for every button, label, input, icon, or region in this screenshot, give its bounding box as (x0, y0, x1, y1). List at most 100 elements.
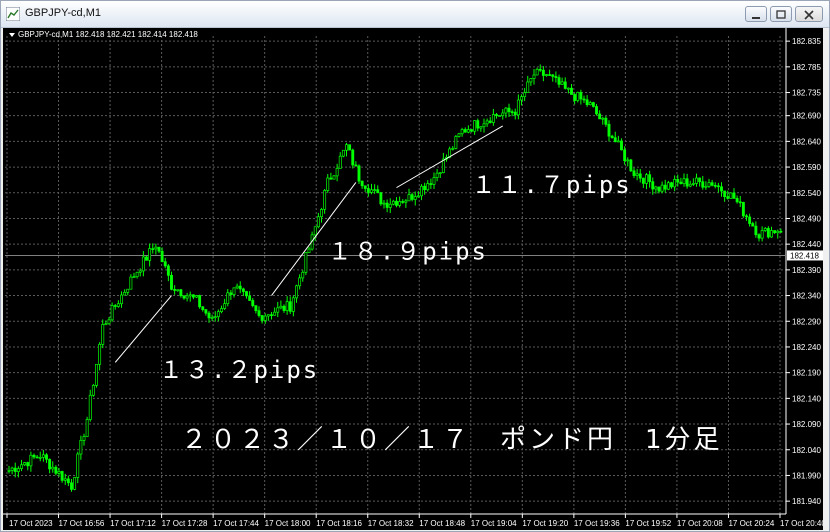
minimize-button[interactable] (745, 6, 767, 22)
candle-body (523, 92, 527, 98)
candle-body (645, 174, 648, 184)
candle-body (226, 292, 230, 305)
candle-body (295, 285, 298, 299)
y-tick-label: 182.190 (792, 369, 821, 378)
candle-body (107, 319, 111, 325)
candle-body (45, 454, 48, 460)
x-tick-label: 17 Oct 20:08 (677, 519, 723, 528)
y-tick-label: 182.440 (792, 240, 821, 249)
candle-body (263, 315, 267, 321)
candle-body (429, 183, 433, 185)
y-tick-label: 182.290 (792, 317, 821, 326)
candle-body (616, 140, 620, 143)
candle-body (216, 311, 220, 318)
candle-body (198, 295, 202, 308)
close-button[interactable] (795, 6, 823, 22)
candle-body (148, 248, 152, 261)
candle-body (35, 456, 39, 459)
candle-body (779, 230, 783, 233)
terminal-window: GBPJPY-cd,M1 182.835 182.785 182.735 182.69… (0, 0, 830, 532)
candle-body (720, 186, 723, 192)
candle-body (254, 305, 258, 312)
candle-body (16, 468, 20, 472)
candle-body (685, 178, 689, 187)
candle-body (641, 177, 645, 184)
candle-body (298, 277, 302, 287)
candle-body (545, 74, 548, 76)
candle-body (576, 91, 580, 101)
candle-body (457, 133, 461, 137)
candle-body (766, 228, 770, 238)
candle-body (598, 113, 602, 120)
candle-body (98, 343, 102, 365)
candle-body (398, 201, 402, 206)
candle-body (563, 81, 567, 89)
candle-body (632, 170, 636, 176)
candle-body (238, 285, 242, 290)
candle-body (195, 295, 198, 298)
candle-body (313, 226, 317, 236)
symbol-header: GBPJPY-cd,M1 182.418 182.421 182.414 182… (18, 30, 198, 39)
candle-body (570, 87, 573, 95)
chart-area[interactable]: 182.835 182.785 182.735 182.690 182.640 182.5… (3, 28, 829, 530)
candle-body (463, 129, 467, 133)
candle-body (57, 471, 61, 474)
candle-body (41, 454, 45, 458)
candle-body (607, 123, 611, 137)
candle-body (232, 287, 236, 295)
candle-body (548, 74, 552, 76)
candle-body (679, 181, 683, 185)
candle-body (60, 471, 64, 481)
x-tick-label: 17 Oct 16:56 (59, 519, 105, 528)
candle-body (188, 294, 192, 297)
candle-body (504, 107, 508, 114)
candle-body (266, 314, 270, 317)
candle-body (320, 208, 323, 218)
candle-body (138, 270, 142, 273)
candle-body (154, 246, 158, 250)
candlestick-chart[interactable]: 182.835 182.785 182.735 182.690 182.640 182.5… (3, 28, 823, 530)
candle-body (420, 185, 423, 197)
candle-body (88, 394, 92, 420)
candle-body (301, 271, 305, 279)
y-tick-label: 182.140 (792, 394, 821, 403)
candle-body (401, 201, 405, 203)
candle-body (654, 186, 658, 190)
candle-body (385, 202, 389, 208)
candle-body (554, 76, 558, 78)
candle-body (479, 126, 483, 129)
maximize-button[interactable] (770, 6, 792, 22)
candle-body (270, 314, 273, 316)
x-tick-label: 17 Oct 18:16 (316, 519, 362, 528)
candle-body (451, 147, 455, 150)
y-tick-label: 181.990 (792, 471, 821, 480)
candle-body (316, 216, 320, 228)
vertical-scrollbar[interactable] (823, 28, 829, 530)
y-tick-label: 182.640 (792, 137, 821, 146)
candle-body (710, 182, 714, 186)
candle-body (541, 69, 545, 76)
candle-body (526, 81, 530, 93)
candle-body (135, 271, 139, 278)
candle-body (332, 175, 336, 180)
candle-body (145, 256, 148, 261)
candle-body (357, 165, 361, 182)
x-tick-label: 17 Oct 19:20 (522, 519, 568, 528)
minimize-icon (752, 17, 760, 19)
candle-body (732, 192, 736, 199)
close-icon (804, 10, 814, 20)
candle-body (626, 159, 630, 162)
x-tick-label: 17 Oct 18:48 (419, 519, 465, 528)
candle-body (688, 183, 692, 187)
y-tick-label: 182.090 (792, 420, 821, 429)
candle-body (495, 114, 498, 116)
candle-body (245, 291, 248, 297)
candle-body (341, 149, 345, 157)
candle-body (610, 135, 614, 139)
candle-body (166, 265, 170, 276)
candle-body (379, 192, 383, 205)
title-bar[interactable]: GBPJPY-cd,M1 (1, 1, 829, 28)
candle-body (416, 195, 420, 198)
y-tick-label: 182.690 (792, 112, 821, 121)
y-tick-label: 182.835 (792, 37, 821, 46)
